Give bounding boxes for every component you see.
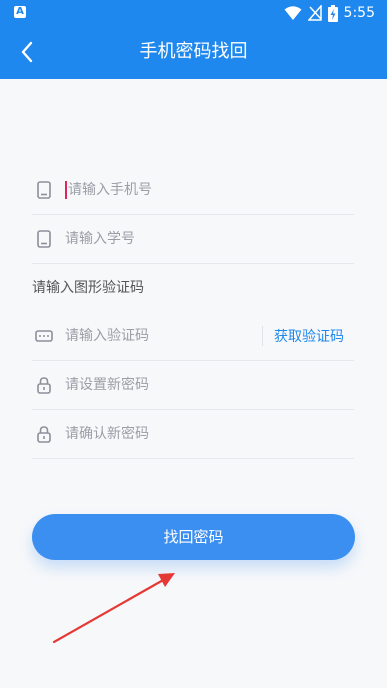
lock-icon [34,375,54,395]
text-cursor [65,181,67,199]
new-password-input[interactable] [65,370,354,400]
keyboard-icon [34,326,54,346]
student-id-row [32,215,354,264]
sms-code-input[interactable] [65,321,254,351]
new-password-row [32,361,354,410]
sms-code-row: 获取验证码 [32,312,354,361]
status-icons: 5:55 [284,4,375,22]
student-id-input[interactable] [65,224,354,254]
status-bar: A 5:55 [0,0,387,25]
wifi-icon [284,6,302,20]
app-indicator-icon: A [14,6,26,18]
phone-input[interactable] [68,175,354,205]
battery-charging-icon [327,4,338,22]
lock-icon [34,424,54,444]
confirm-password-input[interactable] [65,419,354,449]
status-time: 5:55 [343,5,375,21]
phone-row [32,166,354,215]
phone-icon [34,180,54,200]
page-title: 手机密码找回 [139,41,248,62]
divider [262,326,263,346]
recover-password-button[interactable]: 找回密码 [32,514,355,560]
app-bar: 手机密码找回 [0,25,387,79]
get-code-button[interactable]: 获取验证码 [274,326,344,346]
confirm-password-row [32,410,354,459]
phone-icon [34,229,54,249]
no-signal-icon [307,5,322,21]
captcha-label[interactable]: 请输入图形验证码 [32,276,144,300]
